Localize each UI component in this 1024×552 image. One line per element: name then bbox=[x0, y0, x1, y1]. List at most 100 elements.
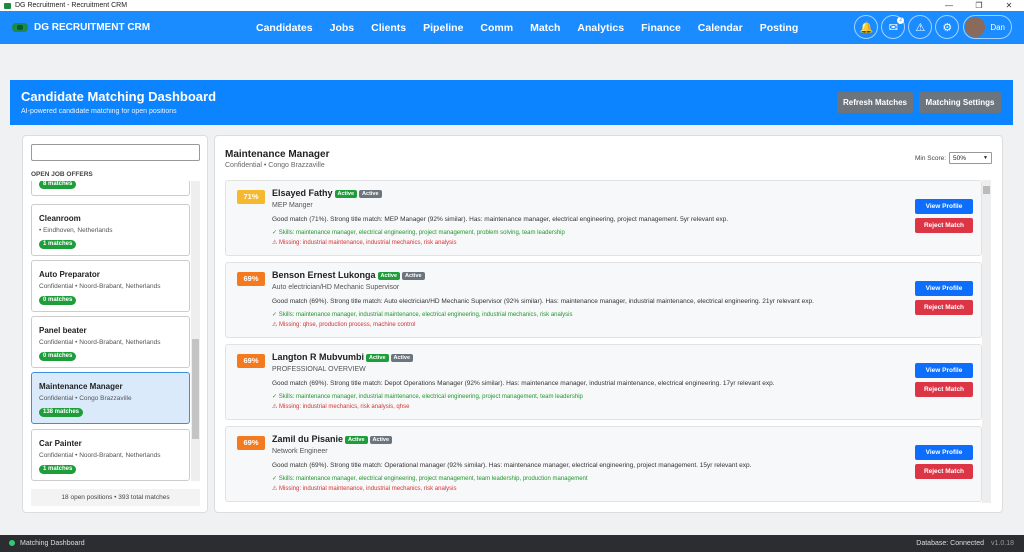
title-bar: DG Recruitment - Recruitment CRM — ❐ ✕ bbox=[0, 0, 1024, 11]
min-score-label: Min Score: bbox=[915, 155, 947, 162]
match-count-badge: 8 matches bbox=[39, 181, 77, 189]
nav-jobs[interactable]: Jobs bbox=[330, 22, 355, 34]
job-meta: Confidential • Noord-Brabant, Netherland… bbox=[39, 339, 161, 346]
nav-analytics[interactable]: Analytics bbox=[577, 22, 624, 34]
missing-skills: ⚠ Missing: qhse, production process, mac… bbox=[272, 322, 416, 328]
user-menu[interactable]: Dan bbox=[963, 15, 1012, 39]
candidate-role: Network Engineer bbox=[272, 448, 328, 455]
close-button[interactable]: ✕ bbox=[994, 0, 1024, 11]
nav-posting[interactable]: Posting bbox=[760, 22, 799, 34]
minimize-button[interactable]: — bbox=[934, 0, 964, 11]
job-item-selected[interactable]: Maintenance Manager Confidential • Congo… bbox=[31, 372, 190, 424]
candidate-name-row: Elsayed Fathy Active Active bbox=[272, 188, 382, 198]
match-count-badge: 0 matches bbox=[39, 352, 77, 361]
status-badge: Active bbox=[366, 353, 389, 362]
match-list: 71% Elsayed Fathy Active Active MEP Manger Go… bbox=[225, 180, 982, 503]
reject-match-button[interactable]: Reject Match bbox=[915, 218, 973, 233]
page-title: Candidate Matching Dashboard bbox=[21, 89, 217, 104]
match-count-badge: 0 matches bbox=[39, 296, 77, 305]
job-list-scrollbar[interactable] bbox=[191, 181, 200, 481]
status-badge: Active bbox=[377, 271, 401, 280]
candidate-name[interactable]: Benson Ernest Lukonga bbox=[272, 270, 376, 280]
inbox-icon[interactable]: ✉ 2 bbox=[881, 15, 906, 39]
job-item[interactable]: 8 matches bbox=[31, 181, 190, 196]
nav-match[interactable]: Match bbox=[530, 22, 560, 34]
candidate-name-row: Benson Ernest Lukonga Active Active bbox=[272, 270, 425, 280]
db-status: Database: Connected bbox=[916, 540, 984, 547]
match-card: 69% Benson Ernest Lukonga Active Active Auto… bbox=[225, 262, 982, 338]
status-badge: Active bbox=[359, 189, 382, 198]
main-menu: Candidates Jobs Clients Pipeline Comm Ma… bbox=[256, 11, 815, 44]
reject-match-button[interactable]: Reject Match bbox=[915, 382, 973, 397]
matching-settings-button[interactable]: Matching Settings bbox=[919, 92, 1001, 113]
matched-skills: ✓ Skills: maintenance manager, industria… bbox=[272, 394, 583, 400]
candidate-role: PROFESSIONAL OVERVIEW bbox=[272, 366, 366, 373]
nav-clients[interactable]: Clients bbox=[371, 22, 406, 34]
scrollbar-thumb[interactable] bbox=[192, 339, 199, 439]
candidate-role: MEP Manger bbox=[272, 202, 313, 209]
status-dot-icon bbox=[9, 540, 15, 546]
match-card: 71% Elsayed Fathy Active Active MEP Manger Go… bbox=[225, 180, 982, 256]
nav-calendar[interactable]: Calendar bbox=[698, 22, 743, 34]
nav-comm[interactable]: Comm bbox=[480, 22, 513, 34]
gear-icon[interactable]: ⚙ bbox=[935, 15, 960, 39]
job-item[interactable]: Panel beater Confidential • Noord-Braban… bbox=[31, 316, 190, 368]
candidate-name[interactable]: Elsayed Fathy bbox=[272, 188, 333, 198]
selected-job-meta: Confidential • Congo Brazzaville bbox=[225, 162, 325, 169]
job-list-summary: 18 open positions • 393 total matches bbox=[31, 489, 200, 506]
job-title: Panel beater bbox=[39, 326, 87, 335]
refresh-matches-button[interactable]: Refresh Matches bbox=[837, 92, 913, 113]
matches-panel: Maintenance Manager Confidential • Congo… bbox=[214, 135, 1003, 513]
page-subtitle: AI-powered candidate matching for open p… bbox=[21, 108, 177, 115]
match-count-badge: 138 matches bbox=[39, 408, 84, 417]
reject-match-button[interactable]: Reject Match bbox=[915, 300, 973, 315]
missing-skills: ⚠ Missing: industrial mechanics, risk an… bbox=[272, 404, 410, 410]
match-summary: Good match (71%). Strong title match: ME… bbox=[272, 216, 729, 223]
job-item[interactable]: Cleanroom • Eindhoven, Netherlands 1 mat… bbox=[31, 204, 190, 256]
top-nav: DG RECRUITMENT CRM Candidates Jobs Clien… bbox=[0, 11, 1024, 44]
match-list-scrollbar[interactable] bbox=[982, 180, 991, 503]
user-name: Dan bbox=[990, 22, 1005, 32]
nav-finance[interactable]: Finance bbox=[641, 22, 681, 34]
view-profile-button[interactable]: View Profile bbox=[915, 199, 973, 214]
matched-skills: ✓ Skills: maintenance manager, electrica… bbox=[272, 230, 565, 236]
status-left: Matching Dashboard bbox=[20, 540, 85, 547]
bell-icon[interactable]: 🔔 bbox=[854, 15, 879, 39]
scrollbar-thumb[interactable] bbox=[983, 186, 990, 194]
job-item[interactable]: Car Painter Confidential • Noord-Brabant… bbox=[31, 429, 190, 481]
candidate-role: Auto electrician/HD Mechanic Supervisor bbox=[272, 284, 400, 291]
min-score-select[interactable]: 50% ▼ bbox=[949, 152, 992, 164]
status-badge: Active bbox=[345, 435, 368, 444]
status-badge: Active bbox=[334, 189, 358, 198]
view-profile-button[interactable]: View Profile bbox=[915, 445, 973, 460]
missing-skills: ⚠ Missing: industrial maintenance, indus… bbox=[272, 240, 457, 246]
job-title: Cleanroom bbox=[39, 214, 81, 223]
candidate-name[interactable]: Zamil du Pisanie bbox=[272, 434, 343, 444]
notification-count: 2 bbox=[897, 17, 905, 24]
brand[interactable]: DG RECRUITMENT CRM bbox=[12, 22, 150, 33]
job-search-input[interactable] bbox=[31, 144, 200, 161]
job-title: Auto Preparator bbox=[39, 270, 100, 279]
match-score-badge: 71% bbox=[237, 190, 265, 204]
match-card: 69% Zamil du Pisanie Active Active Network E… bbox=[225, 426, 982, 502]
job-meta: Confidential • Noord-Brabant, Netherland… bbox=[39, 283, 161, 290]
nav-candidates[interactable]: Candidates bbox=[256, 22, 313, 34]
warning-icon[interactable]: ⚠ bbox=[908, 15, 933, 39]
job-meta: Confidential • Congo Brazzaville bbox=[39, 395, 132, 402]
view-profile-button[interactable]: View Profile bbox=[915, 363, 973, 378]
avatar bbox=[965, 17, 986, 37]
job-list: 8 matches Cleanroom • Eindhoven, Netherl… bbox=[31, 181, 191, 481]
match-card: 69% Langton R Mubvumbi Active Active PROFESS… bbox=[225, 344, 982, 420]
match-summary: Good match (69%). Strong title match: Op… bbox=[272, 462, 752, 469]
match-count-badge: 1 matches bbox=[39, 465, 77, 474]
maximize-button[interactable]: ❐ bbox=[964, 0, 994, 11]
status-bar: Matching Dashboard Database: Connected v… bbox=[0, 535, 1024, 552]
reject-match-button[interactable]: Reject Match bbox=[915, 464, 973, 479]
nav-pipeline[interactable]: Pipeline bbox=[423, 22, 463, 34]
view-profile-button[interactable]: View Profile bbox=[915, 281, 973, 296]
job-item[interactable]: Auto Preparator Confidential • Noord-Bra… bbox=[31, 260, 190, 312]
selected-job-title: Maintenance Manager bbox=[225, 149, 330, 160]
job-title: Maintenance Manager bbox=[39, 382, 123, 391]
status-badge: Active bbox=[369, 435, 393, 444]
candidate-name[interactable]: Langton R Mubvumbi bbox=[272, 352, 364, 362]
